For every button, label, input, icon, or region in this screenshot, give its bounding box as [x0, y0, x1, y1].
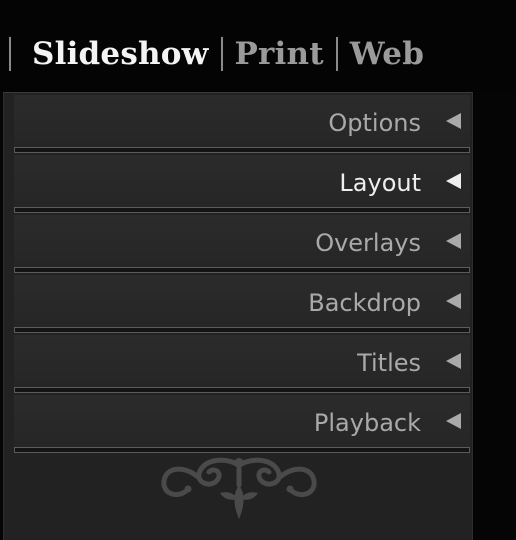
module-web[interactable]: Web [350, 36, 424, 72]
panel-section-overlays[interactable]: Overlays [14, 215, 470, 275]
collapse-triangle-icon[interactable] [446, 173, 461, 189]
section-label: Backdrop [308, 289, 421, 317]
module-separator [335, 37, 338, 71]
panel-section-playback[interactable]: Playback [14, 395, 470, 455]
module-separator [9, 37, 11, 71]
section-divider [14, 327, 470, 333]
module-print[interactable]: Print [235, 36, 324, 72]
section-label: Titles [357, 349, 421, 377]
section-divider [14, 207, 470, 213]
panel-gutter [473, 92, 516, 540]
section-divider [14, 387, 470, 393]
module-list: Slideshow Print Web [0, 32, 424, 76]
flourish-end-mark-icon [161, 457, 317, 519]
module-slideshow[interactable]: Slideshow [32, 36, 209, 72]
panel-section-layout[interactable]: Layout [14, 155, 470, 215]
section-label: Options [328, 109, 421, 137]
panel-section-options[interactable]: Options [14, 95, 470, 155]
right-panel: Options Layout Overlays Backdrop Titles … [3, 92, 473, 540]
collapse-triangle-icon[interactable] [446, 413, 461, 429]
collapse-triangle-icon[interactable] [446, 113, 461, 129]
collapse-triangle-icon[interactable] [446, 233, 461, 249]
collapse-triangle-icon[interactable] [446, 353, 461, 369]
panel-section-titles[interactable]: Titles [14, 335, 470, 395]
section-divider [14, 147, 470, 153]
section-divider [14, 447, 470, 453]
module-separator [220, 37, 223, 71]
section-label: Overlays [315, 229, 421, 257]
panel-section-backdrop[interactable]: Backdrop [14, 275, 470, 335]
section-divider [14, 267, 470, 273]
section-label: Playback [313, 409, 421, 437]
module-picker: Slideshow Print Web [0, 0, 516, 92]
collapse-triangle-icon[interactable] [446, 293, 461, 309]
section-label: Layout [339, 169, 421, 197]
